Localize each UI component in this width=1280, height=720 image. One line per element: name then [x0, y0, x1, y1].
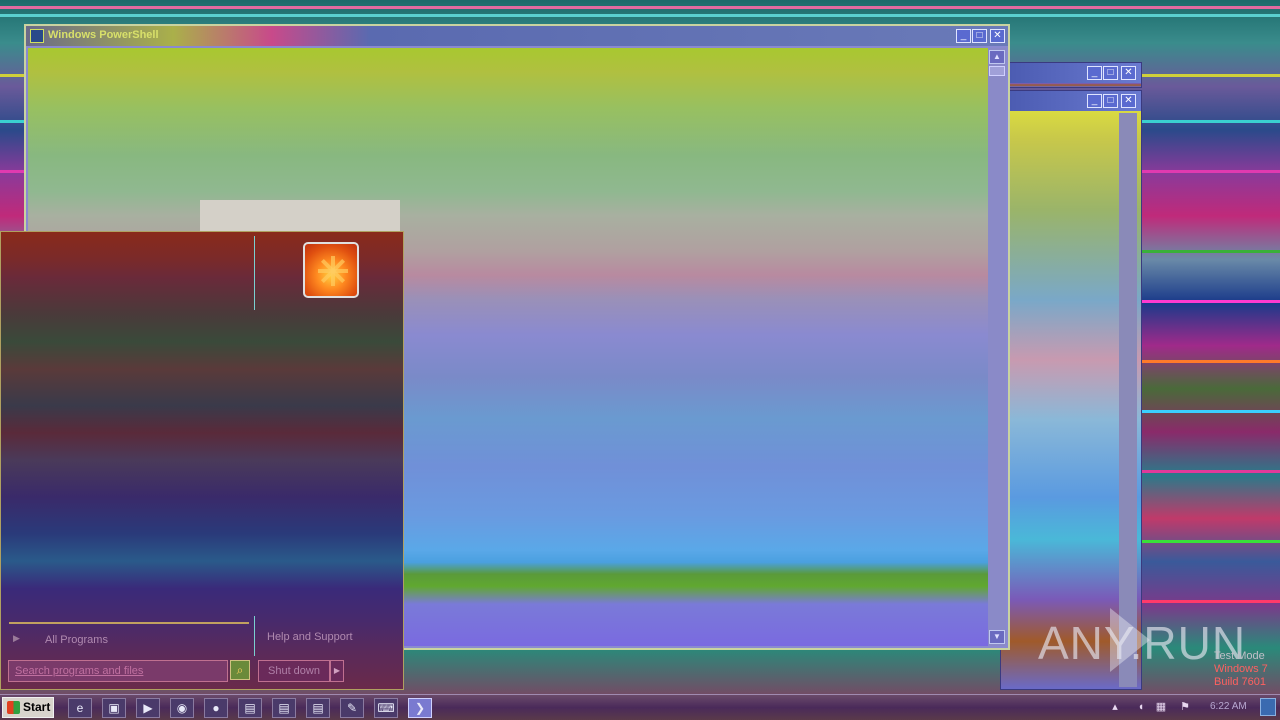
all-programs-link[interactable]: All Programs [45, 634, 108, 646]
document-icon[interactable]: ▤ [306, 698, 330, 718]
internet-explorer-icon[interactable]: e [68, 698, 92, 718]
windows-logo-icon [7, 701, 20, 714]
tooltip-box [200, 200, 400, 232]
close-icon[interactable]: ✕ [1121, 94, 1136, 108]
help-and-support-link[interactable]: Help and Support [267, 631, 353, 643]
all-programs-separator [9, 622, 249, 624]
background-window-1-titlebar[interactable] [1001, 63, 1141, 83]
test-mode-line: Windows 7 [1214, 663, 1268, 675]
flower-user-icon[interactable] [303, 242, 359, 298]
test-mode-line: Build 7601 [1214, 676, 1266, 688]
vertical-scrollbar[interactable]: ▲ ▼ [988, 48, 1006, 646]
close-icon[interactable]: ✕ [990, 29, 1005, 43]
test-mode-notice: Test Mode Windows 7 Build 7601 [1214, 650, 1268, 689]
minimize-icon[interactable]: _ [956, 29, 971, 43]
scroll-down-icon[interactable]: ▼ [989, 630, 1005, 644]
minimize-icon[interactable]: _ [1087, 66, 1102, 80]
media-player-icon[interactable]: ▣ [102, 698, 126, 718]
start-button[interactable]: Start [2, 697, 54, 718]
media-center-icon[interactable]: ▶ [136, 698, 160, 718]
scroll-up-icon[interactable]: ▲ [989, 50, 1005, 64]
arrow-up-icon[interactable]: ▴ [1108, 700, 1122, 714]
pinned-programs-panel [1, 232, 254, 616]
scroll-thumb[interactable] [989, 66, 1005, 76]
maximize-icon[interactable]: □ [1103, 94, 1118, 108]
search-icon[interactable]: ⌕ [230, 660, 250, 680]
volume-icon[interactable]: ◖ [1134, 700, 1148, 714]
window-title: Windows PowerShell [48, 29, 159, 41]
document-icon[interactable]: ▤ [272, 698, 296, 718]
chevron-right-icon: ▶ [13, 633, 20, 643]
background-window-2-titlebar[interactable] [1001, 91, 1141, 111]
notepad-icon[interactable]: ✎ [340, 698, 364, 718]
flag-icon[interactable]: ⚑ [1178, 700, 1192, 714]
background-window-2-scrollbar[interactable] [1119, 113, 1137, 687]
network-icon[interactable]: ▦ [1154, 700, 1168, 714]
chrome-icon[interactable]: ◉ [170, 698, 194, 718]
powershell-titlebar[interactable]: Windows PowerShell _ □ ✕ [26, 26, 1008, 46]
terminal-icon[interactable]: ⌨ [374, 698, 398, 718]
firefox-icon[interactable]: ● [204, 698, 228, 718]
minimize-icon[interactable]: _ [1087, 94, 1102, 108]
search-input[interactable] [8, 660, 228, 682]
powershell-icon[interactable]: ❯ [408, 698, 432, 718]
maximize-icon[interactable]: □ [1103, 66, 1118, 80]
close-icon[interactable]: ✕ [1121, 66, 1136, 80]
background-window-1[interactable]: _ □ ✕ [1000, 62, 1142, 88]
start-label: Start [23, 700, 51, 714]
system-tray: ▴ ◖ ▦ ⚑ [1108, 698, 1280, 718]
start-menu-divider [254, 236, 255, 310]
show-desktop-button[interactable] [1260, 698, 1276, 716]
shutdown-button[interactable]: Shut down [258, 660, 330, 682]
document-icon[interactable]: ▤ [238, 698, 262, 718]
maximize-icon[interactable]: □ [972, 29, 987, 43]
background-window-2[interactable]: _ □ ✕ [1000, 90, 1142, 690]
start-menu: ▶ All Programs Help and Support ⌕ Shut d… [0, 231, 404, 690]
taskbar: Start e ▣ ▶ ◉ ● ▤ ▤ ▤ ✎ ⌨ ❯ ▴ ◖ ▦ ⚑ 6:22 AM [0, 694, 1280, 720]
start-menu-divider [254, 616, 255, 656]
powershell-icon [30, 29, 44, 43]
test-mode-line: Test Mode [1214, 650, 1265, 662]
clock[interactable]: 6:22 AM [1210, 701, 1247, 712]
shutdown-options-icon[interactable]: ▶ [330, 660, 344, 682]
